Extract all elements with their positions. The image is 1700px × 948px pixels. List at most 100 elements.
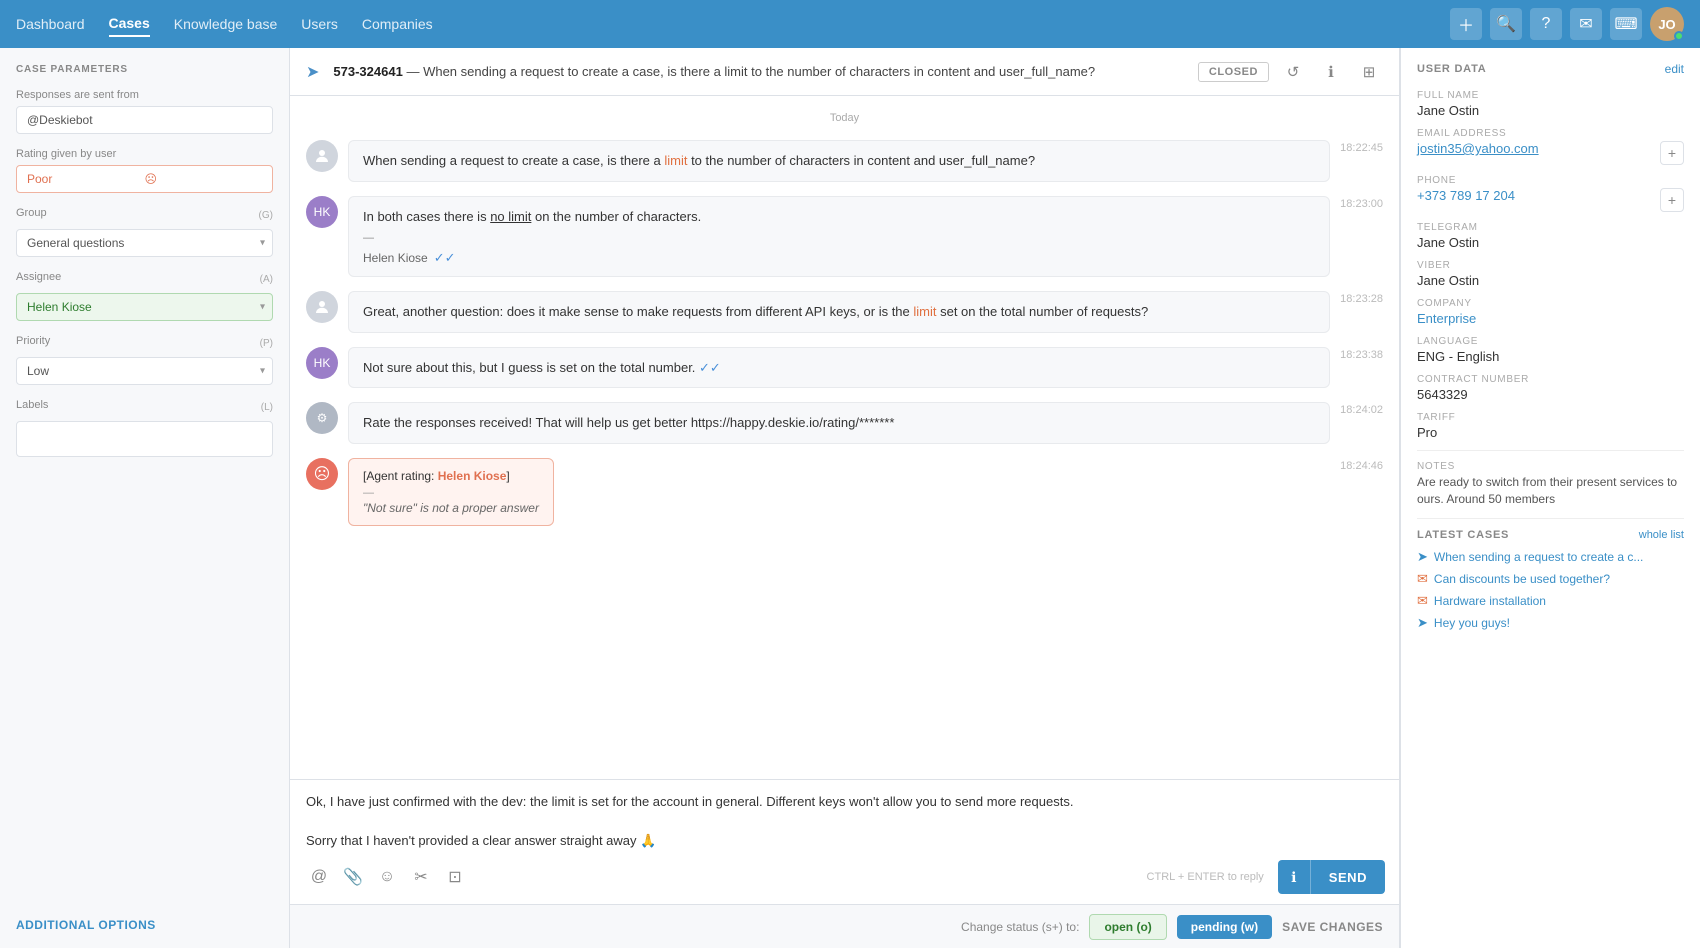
rating-dash: —	[363, 487, 539, 499]
responses-input[interactable]	[16, 106, 273, 134]
left-panel: CASE PARAMETERS Responses are sent from …	[0, 48, 290, 948]
user-avatar-wrap[interactable]: JO	[1650, 7, 1684, 41]
contract-label: CONTRACT NUMBER	[1417, 374, 1684, 385]
send-info-button[interactable]: ℹ	[1278, 860, 1310, 894]
latest-case-4[interactable]: ➤ Hey you guys!	[1417, 615, 1684, 631]
additional-options[interactable]: ADDITIONAL OPTIONS	[16, 918, 273, 932]
viber-field: VIBER Jane Ostin	[1417, 260, 1684, 288]
email-value[interactable]: jostin35@yahoo.com	[1417, 141, 1539, 156]
status-open-button[interactable]: open (o)	[1089, 914, 1166, 940]
viber-label: VIBER	[1417, 260, 1684, 271]
language-label: LANGUAGE	[1417, 336, 1684, 347]
group-select-wrap: General questions ▾	[16, 229, 273, 257]
bot-avatar-5: ⚙	[306, 402, 338, 434]
status-pending-button[interactable]: pending (w)	[1177, 915, 1272, 939]
priority-select-wrap: Low ▾	[16, 357, 273, 385]
full-name-field: FULL NAME Jane Ostin	[1417, 90, 1684, 118]
mention-tool[interactable]: @	[304, 862, 334, 892]
responses-label: Responses are sent from	[16, 89, 273, 101]
whole-list-link[interactable]: whole list	[1639, 529, 1684, 541]
history-icon[interactable]: ↺	[1279, 58, 1307, 86]
compose-text[interactable]: Ok, I have just confirmed with the dev: …	[290, 780, 1399, 855]
message-footer-2: —	[363, 232, 1315, 244]
divider	[1417, 450, 1684, 451]
add-phone-button[interactable]: +	[1660, 188, 1684, 212]
latest-case-2[interactable]: ✉ Can discounts be used together?	[1417, 571, 1684, 587]
priority-field: Priority (P) Low ▾	[16, 335, 273, 385]
puzzle-icon[interactable]: ⊞	[1355, 58, 1383, 86]
agent-avatar-2: HK	[306, 196, 338, 228]
priority-label: Priority	[16, 335, 50, 347]
nav-users[interactable]: Users	[301, 12, 338, 36]
phone-row: +373 789 17 204 +	[1417, 188, 1684, 212]
formatting-tool[interactable]: ✂	[406, 862, 436, 892]
message-text-1: When sending a request to create a case,…	[363, 151, 1315, 171]
attach-tool[interactable]: 📎	[338, 862, 368, 892]
case-header: ➤ 573-324641 — When sending a request to…	[290, 48, 1399, 96]
message-text-4: Not sure about this, but I guess is set …	[363, 358, 1315, 378]
telegram-label: TELEGRAM	[1417, 222, 1684, 233]
nav-knowledge[interactable]: Knowledge base	[174, 12, 278, 36]
labels-input[interactable]	[16, 421, 273, 457]
message-time-2: 18:23:00	[1340, 196, 1383, 210]
latest-case-1[interactable]: ➤ When sending a request to create a c..…	[1417, 549, 1684, 565]
online-dot	[1674, 31, 1684, 41]
message-1: When sending a request to create a case,…	[306, 140, 1383, 182]
center-panel: ➤ 573-324641 — When sending a request to…	[290, 48, 1400, 948]
assignee-shortcut: (A)	[260, 274, 273, 285]
message-icon[interactable]: ✉	[1570, 8, 1602, 40]
telegram-field: TELEGRAM Jane Ostin	[1417, 222, 1684, 250]
telegram-value: Jane Ostin	[1417, 235, 1684, 250]
group-shortcut: (G)	[259, 210, 273, 221]
message-dash-2: —	[363, 232, 374, 244]
help-icon[interactable]: ?	[1530, 8, 1562, 40]
top-nav: Dashboard Cases Knowledge base Users Com…	[0, 0, 1700, 48]
emoji-tool[interactable]: ☺	[372, 862, 402, 892]
labels-field: Labels (L)	[16, 399, 273, 457]
assignee-select[interactable]: Helen Kiose	[16, 293, 273, 321]
rating-label: Rating given by user	[16, 148, 273, 160]
send-button[interactable]: SEND	[1310, 860, 1385, 894]
save-changes-button[interactable]: SAVE CHANGES	[1282, 920, 1383, 934]
email-field: EMAIL ADDRESS jostin35@yahoo.com +	[1417, 128, 1684, 165]
message-2: HK In both cases there is no limit on th…	[306, 196, 1383, 278]
latest-case-3[interactable]: ✉ Hardware installation	[1417, 593, 1684, 609]
rating-value: Poor	[27, 172, 145, 186]
email-row: jostin35@yahoo.com +	[1417, 141, 1684, 165]
nav-cases[interactable]: Cases	[109, 11, 150, 37]
language-value: ENG - English	[1417, 349, 1684, 364]
company-value[interactable]: Enterprise	[1417, 311, 1684, 326]
rating-bubble-6: [Agent rating: Helen Kiose] — "Not sure"…	[348, 458, 554, 526]
info-icon[interactable]: ℹ	[1317, 58, 1345, 86]
viber-value: Jane Ostin	[1417, 273, 1684, 288]
edit-user-button[interactable]: edit	[1665, 62, 1684, 76]
nav-companies[interactable]: Companies	[362, 12, 433, 36]
message-bubble-5: Rate the responses received! That will h…	[348, 402, 1330, 444]
template-tool[interactable]: ⊡	[440, 862, 470, 892]
agent-name-2: Helen Kiose	[363, 251, 428, 265]
case-arrow-icon-4: ➤	[1417, 615, 1428, 631]
group-label: Group	[16, 207, 47, 219]
compose-line1: Ok, I have just confirmed with the dev: …	[306, 794, 1073, 809]
phone-value[interactable]: +373 789 17 204	[1417, 188, 1515, 203]
agent-avatar-4: HK	[306, 347, 338, 379]
keyboard-icon[interactable]: ⌨	[1610, 8, 1642, 40]
notes-label: NOTES	[1417, 461, 1684, 472]
search-icon[interactable]: 🔍	[1490, 8, 1522, 40]
tariff-field: TARIFF Pro	[1417, 412, 1684, 440]
priority-select[interactable]: Low	[16, 357, 273, 385]
language-field: LANGUAGE ENG - English	[1417, 336, 1684, 364]
add-email-button[interactable]: +	[1660, 141, 1684, 165]
latest-case-text-4: Hey you guys!	[1434, 616, 1510, 630]
rating-note: "Not sure" is not a proper answer	[363, 501, 539, 515]
message-agent-name-2: Helen Kiose ✓✓	[363, 250, 1315, 266]
add-icon[interactable]: ＋	[1450, 8, 1482, 40]
message-time-4: 18:23:38	[1340, 347, 1383, 361]
status-badge: CLOSED	[1198, 62, 1269, 82]
nav-dashboard[interactable]: Dashboard	[16, 12, 85, 36]
group-select[interactable]: General questions	[16, 229, 273, 257]
assignee-select-wrap: Helen Kiose ▾	[16, 293, 273, 321]
read-check-2: ✓✓	[434, 250, 456, 266]
send-wrap: ℹ SEND	[1278, 860, 1385, 894]
compose-toolbar: @ 📎 ☺ ✂ ⊡ CTRL + ENTER to reply ℹ SEND	[290, 854, 1399, 904]
